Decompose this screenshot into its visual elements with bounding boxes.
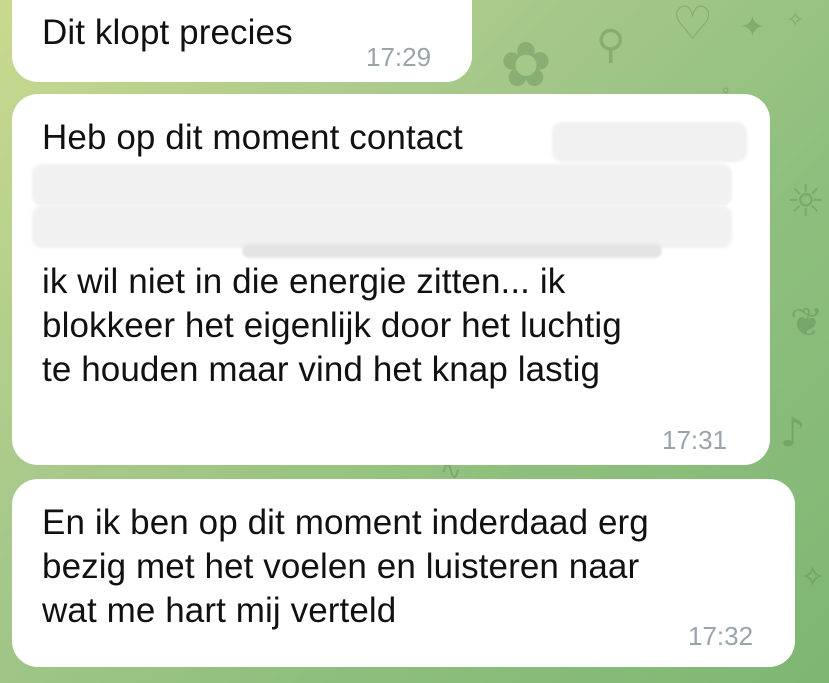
leaf-doodle-icon: ❦ xyxy=(790,300,824,346)
redaction-scribble xyxy=(552,122,747,162)
magic-wand-doodle-icon: ⚲ xyxy=(596,22,626,68)
redaction-scribble xyxy=(32,164,732,206)
star-doodle-icon: ✦ xyxy=(740,10,766,45)
music-doodle-icon: ♪ xyxy=(780,410,806,456)
sparkle-doodle-icon: ✧ xyxy=(786,8,805,33)
heart-doodle-icon: ♡ xyxy=(672,0,714,50)
star-small-doodle-icon: ✧ xyxy=(800,560,826,595)
message-text: En ik ben op dit moment inderdaad erg be… xyxy=(42,503,649,630)
message-text-first-line: Heb op dit moment contact xyxy=(42,118,463,157)
flower-doodle-icon: ✿ xyxy=(500,28,552,101)
message-bubble[interactable]: Dit klopt precies 17:29 xyxy=(12,0,472,82)
message-timestamp: 17:32 xyxy=(688,621,754,651)
message-text: Dit klopt precies xyxy=(42,13,293,52)
message-timestamp: 17:31 xyxy=(662,425,728,455)
message-text: ik wil niet in die energie zitten... ik … xyxy=(42,262,622,389)
message-bubble[interactable]: Heb op dit moment contact ik wil niet in… xyxy=(12,94,770,465)
message-bubble[interactable]: En ik ben op dit moment inderdaad erg be… xyxy=(12,479,795,667)
message-timestamp: 17:29 xyxy=(366,42,432,72)
redaction-scribble xyxy=(242,244,662,258)
sun-doodle-icon: ☼ xyxy=(786,176,826,227)
redaction-scribble xyxy=(32,206,732,248)
